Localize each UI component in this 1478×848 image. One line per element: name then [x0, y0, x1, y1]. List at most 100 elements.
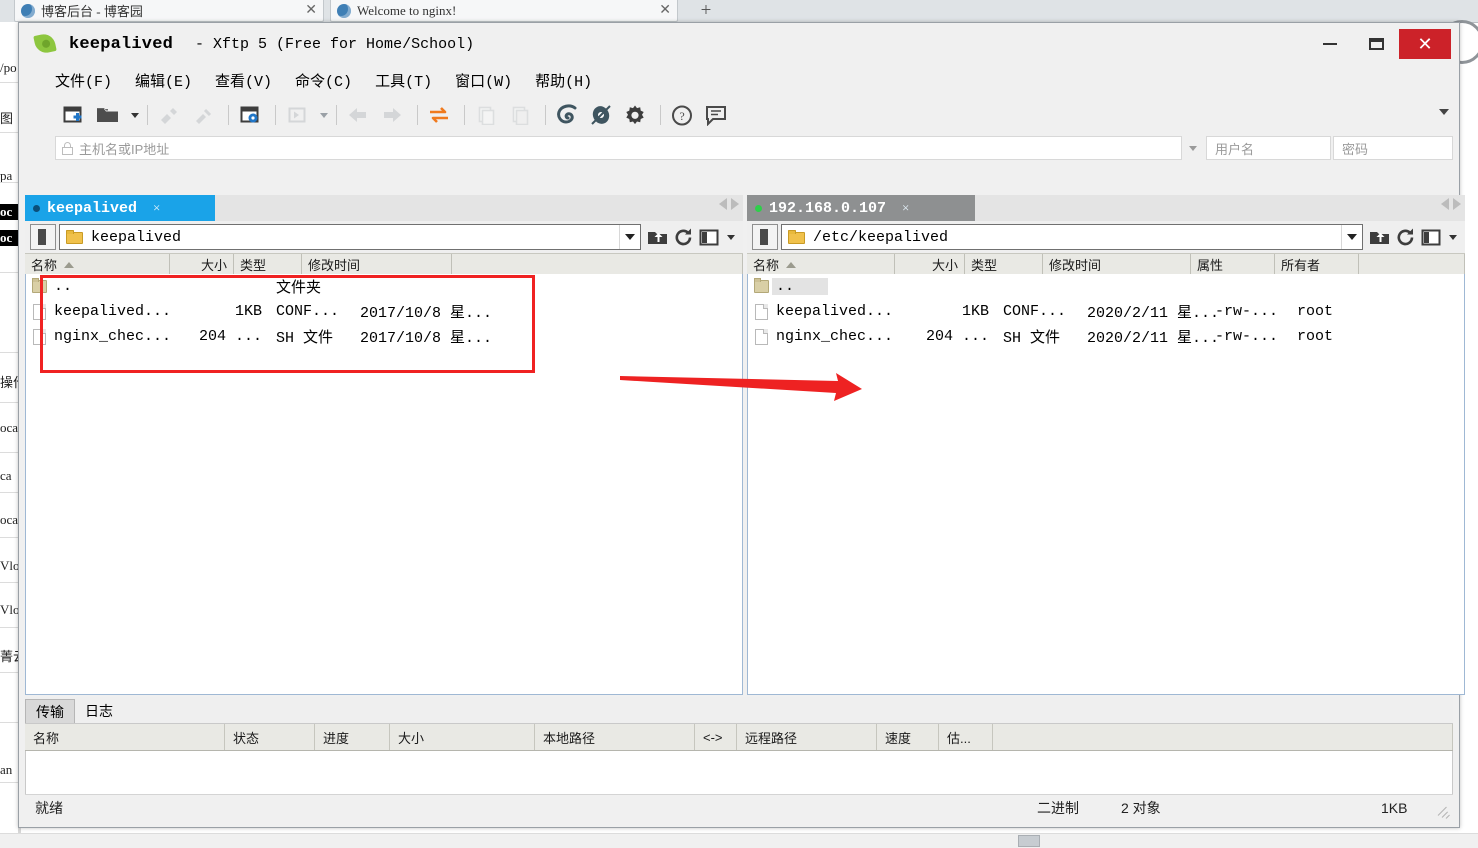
horizontal-scrollbar[interactable] — [0, 833, 1478, 848]
status-text: 就绪 — [35, 800, 63, 816]
transfer-header-local-path[interactable]: 本地路径 — [535, 724, 695, 750]
menu-command[interactable]: 命令(C) — [295, 70, 352, 91]
remote-file-list[interactable]: .. keepalived... 1KB CONF... 2020/2/11 星… — [747, 274, 1465, 695]
feedback-icon[interactable] — [701, 100, 731, 130]
remote-header-attr[interactable]: 属性 — [1191, 254, 1275, 275]
transfer-header-direction[interactable]: <-> — [695, 724, 737, 750]
background-divider — [0, 672, 20, 673]
local-header-mtime[interactable]: 修改时间 — [302, 254, 452, 275]
background-divider — [0, 627, 20, 628]
password-input[interactable]: 密码 — [1333, 136, 1453, 160]
local-path-dropdown-icon[interactable] — [619, 225, 640, 249]
transfer-header-size[interactable]: 大小 — [390, 724, 535, 750]
close-icon[interactable]: ✕ — [659, 3, 671, 18]
minimize-button[interactable] — [1307, 29, 1353, 59]
session-properties-icon[interactable] — [235, 100, 265, 130]
close-icon[interactable]: × — [153, 200, 160, 216]
transfer-header-eta[interactable]: 估... — [939, 724, 993, 750]
transfer-header-speed[interactable]: 速度 — [877, 724, 939, 750]
browser-tab-1[interactable]: 博客后台 - 博客园 ✕ — [14, 0, 324, 22]
file-icon — [30, 328, 50, 346]
table-row[interactable]: keepalived... 1KB CONF... 2017/10/8 星... — [26, 299, 742, 324]
remote-session-tab[interactable]: 192.168.0.107 × — [747, 195, 975, 221]
toggle-remote-tree-button[interactable] — [752, 224, 778, 250]
local-header-size[interactable]: 大小 — [170, 254, 234, 275]
options-gear-icon[interactable] — [620, 100, 650, 130]
transfer-list[interactable] — [25, 751, 1453, 795]
tab-scroll-left-icon[interactable] — [1441, 198, 1449, 210]
view-mode-icon[interactable] — [697, 225, 721, 249]
window-subtitle: - Xftp 5 (Free for Home/School) — [195, 35, 475, 53]
remote-header-owner[interactable]: 所有者 — [1275, 254, 1359, 275]
local-file-list[interactable]: .. 文件夹 keepalived... 1KB CONF... 2017/10… — [25, 274, 743, 695]
toolbar-overflow-icon[interactable] — [1439, 109, 1449, 115]
remote-tab-nav[interactable] — [1441, 198, 1461, 210]
host-input-placeholder: 主机名或IP地址 — [79, 141, 170, 157]
tab-scroll-left-icon[interactable] — [719, 198, 727, 210]
tab-log[interactable]: 日志 — [75, 699, 123, 723]
username-input[interactable]: 用户名 — [1206, 136, 1331, 160]
menu-help[interactable]: 帮助(H) — [535, 70, 592, 91]
remote-header-mtime[interactable]: 修改时间 — [1043, 254, 1191, 275]
view-mode-dropdown-icon[interactable] — [1445, 222, 1459, 252]
menu-tools[interactable]: 工具(T) — [375, 70, 432, 91]
back-arrow-icon — [343, 100, 373, 130]
host-history-dropdown-icon[interactable] — [1182, 136, 1204, 160]
toggle-folder-tree-button[interactable] — [30, 224, 56, 250]
xftp-icon[interactable] — [586, 100, 616, 130]
transfer-header-status[interactable]: 状态 — [225, 724, 315, 750]
local-path-input[interactable]: keepalived — [59, 224, 641, 250]
local-header-mtime-label: 修改时间 — [308, 258, 361, 273]
refresh-icon[interactable] — [1393, 225, 1417, 249]
new-session-icon[interactable] — [59, 100, 89, 130]
host-input[interactable]: 主机名或IP地址 — [55, 136, 1182, 160]
close-icon[interactable]: × — [902, 200, 909, 216]
table-row[interactable]: .. 文件夹 — [26, 274, 742, 299]
open-folder-dropdown-icon[interactable] — [127, 100, 141, 130]
transfer-header-name[interactable]: 名称 — [25, 724, 225, 750]
remote-header-name[interactable]: 名称 — [747, 254, 895, 275]
menu-window[interactable]: 窗口(W) — [455, 70, 512, 91]
background-divider — [0, 537, 20, 538]
table-row[interactable]: nginx_chec... 204 ... SH 文件 2020/2/11 星.… — [748, 324, 1464, 349]
help-icon[interactable]: ? — [667, 100, 697, 130]
menu-edit[interactable]: 编辑(E) — [135, 70, 192, 91]
browser-tab-2[interactable]: Welcome to nginx! ✕ — [330, 0, 678, 22]
tab-transfer[interactable]: 传输 — [25, 699, 75, 723]
open-folder-icon[interactable] — [93, 100, 123, 130]
refresh-icon[interactable] — [671, 225, 695, 249]
remote-header-size[interactable]: 大小 — [895, 254, 965, 275]
scrollbar-thumb[interactable] — [1018, 835, 1040, 847]
remote-path-input[interactable]: /etc/keepalived — [781, 224, 1363, 250]
local-tab-nav[interactable] — [719, 198, 739, 210]
local-header-name[interactable]: 名称 — [25, 254, 170, 275]
table-row[interactable]: keepalived... 1KB CONF... 2020/2/11 星...… — [748, 299, 1464, 324]
menu-view[interactable]: 查看(V) — [215, 70, 272, 91]
transfer-header-remote-path[interactable]: 远程路径 — [737, 724, 877, 750]
parent-folder-icon[interactable] — [1367, 225, 1391, 249]
close-icon[interactable]: ✕ — [305, 3, 317, 18]
maximize-button[interactable] — [1353, 29, 1399, 59]
parent-folder-icon[interactable] — [645, 225, 669, 249]
remote-header-type[interactable]: 类型 — [965, 254, 1043, 275]
close-button[interactable]: ✕ — [1399, 29, 1451, 59]
table-row[interactable]: nginx_chec... 204 ... SH 文件 2017/10/8 星.… — [26, 324, 742, 349]
xshell-icon[interactable] — [552, 100, 582, 130]
view-mode-dropdown-icon[interactable] — [723, 222, 737, 252]
remote-path-row: /etc/keepalived — [747, 221, 1465, 253]
local-header-type[interactable]: 类型 — [234, 254, 302, 275]
local-column-headers: 名称 大小 类型 修改时间 — [25, 253, 743, 276]
remote-path-dropdown-icon[interactable] — [1341, 225, 1362, 249]
transfer-header-progress[interactable]: 进度 — [315, 724, 390, 750]
background-divider — [0, 272, 20, 273]
tab-scroll-right-icon[interactable] — [731, 198, 739, 210]
sync-browsing-icon[interactable] — [424, 100, 454, 130]
new-tab-button[interactable]: + — [692, 0, 720, 21]
local-session-tab[interactable]: keepalived × — [25, 195, 215, 221]
local-pane: keepalived × keepalived 名称 大小 类型 修改时间 ..… — [25, 195, 743, 695]
view-mode-icon[interactable] — [1419, 225, 1443, 249]
menu-file[interactable]: 文件(F) — [55, 70, 112, 91]
tab-scroll-right-icon[interactable] — [1453, 198, 1461, 210]
table-row[interactable]: .. — [748, 274, 1464, 299]
resize-grip[interactable] — [1437, 805, 1451, 819]
